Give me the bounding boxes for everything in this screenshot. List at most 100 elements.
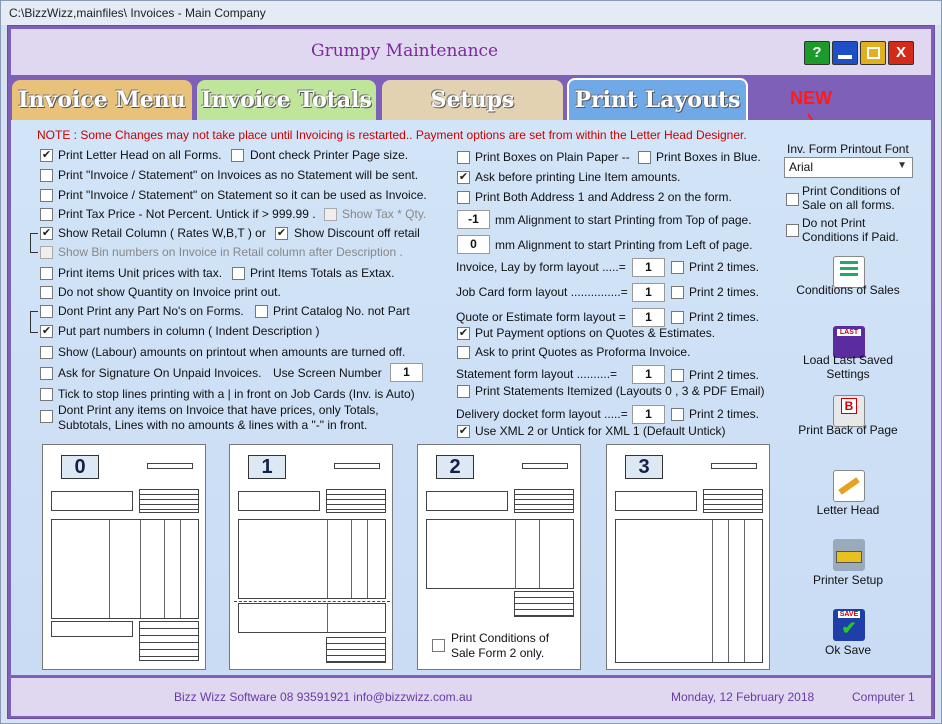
load-last-saved-label: Load Last Saved Settings [802, 353, 894, 381]
no-print-paid-checkbox[interactable] [786, 224, 799, 237]
delivery-print2-checkbox[interactable] [671, 408, 684, 421]
delivery-layout-input[interactable]: 1 [632, 405, 665, 424]
ok-save-label: Ok Save [824, 643, 872, 657]
dont-print-part-label: Dont Print any Part No's on Forms. [58, 304, 244, 318]
show-discount-checkbox[interactable]: ✔ [275, 227, 288, 240]
both-address-label: Print Both Address 1 and Address 2 on th… [475, 190, 732, 204]
form-box [238, 519, 386, 599]
boxes-plain-label: Print Boxes on Plain Paper -- [475, 150, 630, 164]
cond-form2-label: Print Conditions of [451, 631, 550, 645]
totals-extax-checkbox[interactable] [232, 267, 245, 280]
screen-number-input[interactable]: 1 [390, 363, 423, 382]
show-bin-label: Show Bin numbers on Invoice in Retail co… [58, 245, 403, 259]
quote-print2-label: Print 2 times. [689, 310, 760, 324]
proforma-checkbox[interactable] [457, 346, 470, 359]
quote-layout-input[interactable]: 1 [632, 308, 665, 327]
show-tax-qty-checkbox[interactable] [324, 208, 337, 221]
payment-quotes-label: Put Payment options on Quotes & Estimate… [475, 326, 716, 340]
last-icon-text: LAST [837, 329, 861, 336]
invoice-on-statement-checkbox[interactable] [40, 189, 53, 202]
form-box [51, 621, 133, 637]
statements-itemized-checkbox[interactable] [457, 385, 470, 398]
both-address-checkbox[interactable] [457, 191, 470, 204]
no-print-paid-label: Do not Print [802, 216, 866, 230]
use-xml-checkbox[interactable]: ✔ [457, 425, 470, 438]
layout-card-0[interactable]: 0 [42, 444, 206, 670]
form-box [426, 519, 574, 589]
job-print2-label: Print 2 times. [689, 285, 760, 299]
form-box [334, 463, 380, 469]
tab-setups[interactable]: Setups [382, 80, 563, 120]
top-alignment-input[interactable]: -1 [457, 210, 490, 229]
unit-prices-checkbox[interactable] [40, 267, 53, 280]
layout-card-1[interactable]: 1 [229, 444, 393, 670]
catalog-no-checkbox[interactable] [255, 305, 268, 318]
statement-print2-label: Print 2 times. [689, 368, 760, 382]
bracket-divider [30, 233, 38, 253]
boxes-plain-checkbox[interactable] [457, 151, 470, 164]
invoice-print2-checkbox[interactable] [671, 261, 684, 274]
statement-layout-label: Statement form layout ..........= [456, 367, 618, 381]
tax-price-checkbox[interactable] [40, 208, 53, 221]
invoice-layout-input[interactable]: 1 [632, 258, 665, 277]
job-layout-input[interactable]: 1 [632, 283, 665, 302]
job-print2-checkbox[interactable] [671, 286, 684, 299]
layout-card-2[interactable]: 2 Print Conditions of Sale Form 2 only. [417, 444, 581, 670]
maximize-button[interactable] [860, 41, 886, 65]
tick-stop-checkbox[interactable] [40, 388, 53, 401]
minimize-button[interactable] [832, 41, 858, 65]
dont-check-page-checkbox[interactable] [231, 149, 244, 162]
letter-pencil-icon [833, 470, 865, 502]
conditions-all-checkbox[interactable] [786, 193, 799, 206]
layout-card-3[interactable]: 3 [606, 444, 770, 670]
statement-layout-input[interactable]: 1 [632, 365, 665, 384]
tab-invoice-menu[interactable]: Invoice Menu [12, 80, 192, 120]
font-label: Inv. Form Printout Font [787, 142, 909, 156]
invoice-print2-label: Print 2 times. [689, 260, 760, 274]
dont-check-page-label: Dont check Printer Page size. [250, 148, 409, 162]
show-labour-checkbox[interactable] [40, 346, 53, 359]
print-letter-head-checkbox[interactable]: ✔ [40, 149, 53, 162]
left-alignment-input[interactable]: 0 [457, 235, 490, 254]
page-title: Grumpy Maintenance [311, 41, 499, 61]
form-box [326, 489, 386, 513]
job-layout-label: Job Card form layout ...............= [456, 285, 628, 299]
form-box [514, 489, 574, 513]
app-window: C:\BizzWizz,mainfiles\ Invoices - Main C… [0, 0, 942, 724]
payment-quotes-checkbox[interactable]: ✔ [457, 327, 470, 340]
close-button[interactable]: X [888, 41, 914, 65]
form-box [139, 621, 199, 661]
statement-print2-checkbox[interactable] [671, 369, 684, 382]
form-box [234, 601, 390, 602]
minimize-icon [838, 55, 852, 59]
invoice-no-statement-checkbox[interactable] [40, 169, 53, 182]
tab-invoice-totals[interactable]: Invoice Totals [197, 80, 376, 120]
form-box [238, 491, 320, 511]
show-bin-checkbox[interactable] [40, 246, 53, 259]
cond-form2-checkbox[interactable] [432, 639, 445, 652]
show-retail-checkbox[interactable]: ✔ [40, 227, 53, 240]
signature-checkbox[interactable] [40, 367, 53, 380]
part-column-checkbox[interactable]: ✔ [40, 325, 53, 338]
save-icon-text: SAVE [838, 611, 860, 618]
font-select[interactable]: Arial ▼ [784, 157, 913, 178]
no-qty-checkbox[interactable] [40, 286, 53, 299]
quote-print2-checkbox[interactable] [671, 311, 684, 324]
layout-number: 1 [248, 455, 286, 479]
tab-print-layouts[interactable]: Print Layouts [567, 78, 748, 120]
proforma-label: Ask to print Quotes as Proforma Invoice. [475, 345, 691, 359]
totals-extax-label: Print Items Totals as Extax. [250, 266, 395, 280]
help-button[interactable]: ? [804, 41, 830, 65]
status-date: Monday, 12 February 2018 [671, 690, 815, 704]
ask-line-item-checkbox[interactable]: ✔ [457, 171, 470, 184]
dont-print-part-checkbox[interactable] [40, 305, 53, 318]
ask-line-item-label: Ask before printing Line Item amounts. [475, 170, 681, 184]
layout-number: 2 [436, 455, 474, 479]
dont-print-items-checkbox[interactable] [40, 410, 53, 423]
font-value: Arial [789, 160, 814, 174]
form-box [703, 489, 763, 513]
show-labour-label: Show (Labour) amounts on printout when a… [58, 345, 406, 359]
conditions-all-label: Print Conditions of [802, 184, 901, 198]
chevron-down-icon: ▼ [897, 160, 907, 171]
boxes-blue-checkbox[interactable] [638, 151, 651, 164]
